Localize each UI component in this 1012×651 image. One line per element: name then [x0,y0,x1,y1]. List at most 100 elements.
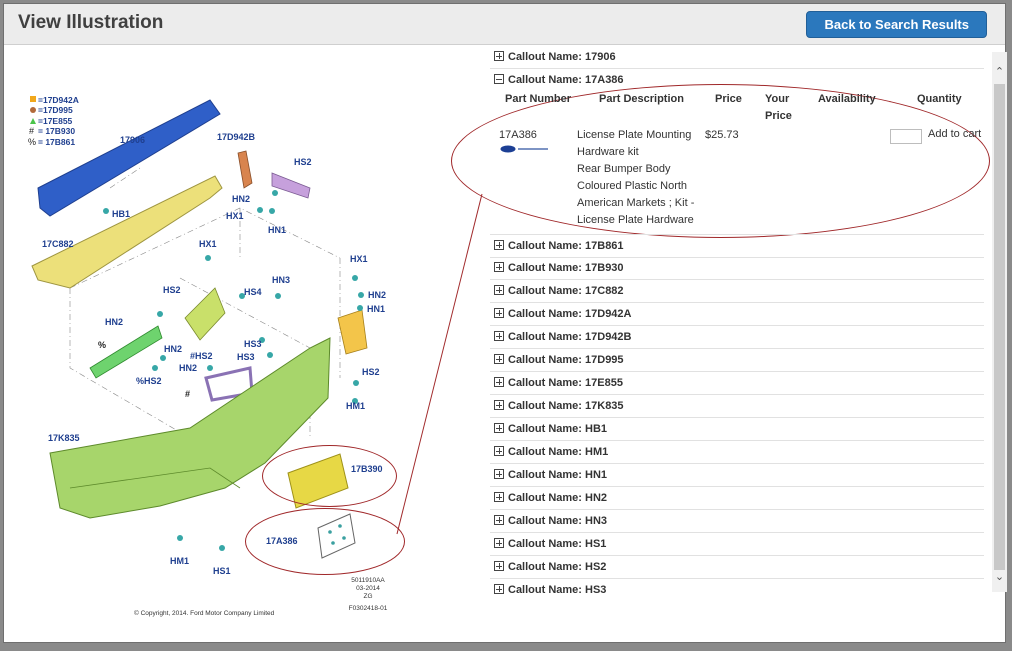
callout-hs1[interactable]: Callout Name: HS1 [490,533,984,556]
back-to-search-results-button[interactable]: Back to Search Results [806,11,987,38]
col-quantity: Quantity [917,93,962,105]
callout-hn1[interactable]: Callout Name: HN1 [490,464,984,487]
add-to-cart-link[interactable]: Add to cart [928,128,981,140]
svg-text:HN2: HN2 [164,344,182,354]
quantity-input[interactable] [890,129,922,144]
expand-icon[interactable] [494,469,504,480]
description-line-1: License Plate Mounting [577,129,692,141]
callout-17a386[interactable]: Callout Name: 17A386 [490,69,984,91]
callout-17d942b[interactable]: Callout Name: 17D942B [490,326,984,349]
svg-text:HS1: HS1 [213,566,231,576]
col-price: Price [715,93,742,105]
parts-illustration: =17D942A =17D995 =17E855 # = 17B930 % = … [10,48,488,628]
svg-text:5011910AA: 5011910AA [351,577,385,584]
callout-hb1[interactable]: Callout Name: HB1 [490,418,984,441]
svg-text:HN1: HN1 [367,304,385,314]
expand-icon[interactable] [494,423,504,434]
callout-hs3[interactable]: Callout Name: HS3 [490,579,984,596]
callout-17d942a[interactable]: Callout Name: 17D942A [490,303,984,326]
expand-icon[interactable] [494,262,504,273]
collapse-icon[interactable] [494,74,504,85]
svg-text:HN2: HN2 [232,194,250,204]
svg-text:= 17B861: = 17B861 [38,137,75,147]
col-your-price-2: Price [765,110,792,122]
callout-17b861[interactable]: Callout Name: 17B861 [490,234,984,258]
description-line-4: Coloured Plastic North [577,180,688,192]
svg-text:#: # [185,389,190,399]
svg-text:© Copyright, 2014. Ford Motor: © Copyright, 2014. Ford Motor Company Li… [134,609,275,617]
svg-text:HS2: HS2 [163,285,181,295]
description-line-3: Rear Bumper Body [577,163,671,175]
col-part-description: Part Description [599,93,684,105]
svg-text:HM1: HM1 [346,401,365,411]
page-title: View Illustration [18,12,164,33]
ford-logo-icon [500,145,548,153]
svg-text:HN2: HN2 [368,290,386,300]
svg-text:%HS2: %HS2 [136,376,162,386]
part-number-value: 17A386 [499,129,537,141]
price-value: $25.73 [705,129,739,141]
svg-text:%: % [98,340,106,350]
col-your-price: Your [765,93,790,105]
expand-icon[interactable] [494,584,504,595]
svg-text:HS2: HS2 [362,367,380,377]
scroll-up-icon[interactable]: ⌃ [992,64,1007,80]
svg-text:ZG: ZG [363,593,372,600]
expand-icon[interactable] [494,492,504,503]
expand-icon[interactable] [494,538,504,549]
expand-icon[interactable] [494,331,504,342]
col-part-number: Part Number [505,93,572,105]
svg-text:#: # [29,126,34,136]
expand-icon[interactable] [494,515,504,526]
exploded-view-drawing: =17D942A =17D995 =17E855 # = 17B930 % = … [28,95,388,617]
svg-text:=17E855: =17E855 [38,116,73,126]
callout-hn2[interactable]: Callout Name: HN2 [490,487,984,510]
expand-icon[interactable] [494,377,504,388]
expand-icon[interactable] [494,561,504,572]
scroll-down-icon[interactable]: ⌄ [992,569,1007,585]
svg-text:F0302418-01: F0302418-01 [349,605,388,612]
svg-text:%: % [28,137,36,147]
svg-text:HX1: HX1 [350,254,368,264]
callout-hs2[interactable]: Callout Name: HS2 [490,556,984,579]
svg-text:= 17B930: = 17B930 [38,126,75,136]
svg-text:HN2: HN2 [179,363,197,373]
window-header: View Illustration Back to Search Results [4,4,1005,45]
expand-icon[interactable] [494,51,504,62]
svg-text:17D942B: 17D942B [217,132,256,142]
svg-text:HN3: HN3 [272,275,290,285]
callouts-scrollbar[interactable]: ⌃ ⌄ [992,52,1007,592]
callout-17e855[interactable]: Callout Name: 17E855 [490,372,984,395]
svg-text:HN2: HN2 [105,317,123,327]
svg-text:HX1: HX1 [199,239,217,249]
callout-17d995[interactable]: Callout Name: 17D995 [490,349,984,372]
callout-hn3[interactable]: Callout Name: HN3 [490,510,984,533]
svg-text:#HS2: #HS2 [190,351,213,361]
part-17b390-plate [287,453,349,509]
expand-icon[interactable] [494,446,504,457]
callout-17c882[interactable]: Callout Name: 17C882 [490,280,984,303]
expand-icon[interactable] [494,308,504,319]
svg-text:17B390: 17B390 [351,464,383,474]
expand-icon[interactable] [494,285,504,296]
callout-17k835[interactable]: Callout Name: 17K835 [490,395,984,418]
callout-17b930[interactable]: Callout Name: 17B930 [490,257,984,280]
description-line-6: License Plate Hardware [577,214,694,226]
svg-text:HX1: HX1 [226,211,244,221]
svg-text:HB1: HB1 [112,209,130,219]
svg-text:17906: 17906 [120,135,145,145]
svg-text:17A386: 17A386 [266,536,298,546]
description-line-2: Hardware kit [577,146,639,158]
callout-17906[interactable]: Callout Name: 17906 [490,46,984,69]
svg-text:HS3: HS3 [244,339,262,349]
svg-text:HM1: HM1 [170,556,189,566]
scrollbar-thumb[interactable] [994,84,1005,570]
svg-text:HS4: HS4 [244,287,262,297]
callout-hm1[interactable]: Callout Name: HM1 [490,441,984,464]
svg-text:17C882: 17C882 [42,239,74,249]
svg-text:HS2: HS2 [294,157,312,167]
expand-icon[interactable] [494,354,504,365]
expand-icon[interactable] [494,400,504,411]
expand-icon[interactable] [494,240,504,251]
svg-text:HS3: HS3 [237,352,255,362]
